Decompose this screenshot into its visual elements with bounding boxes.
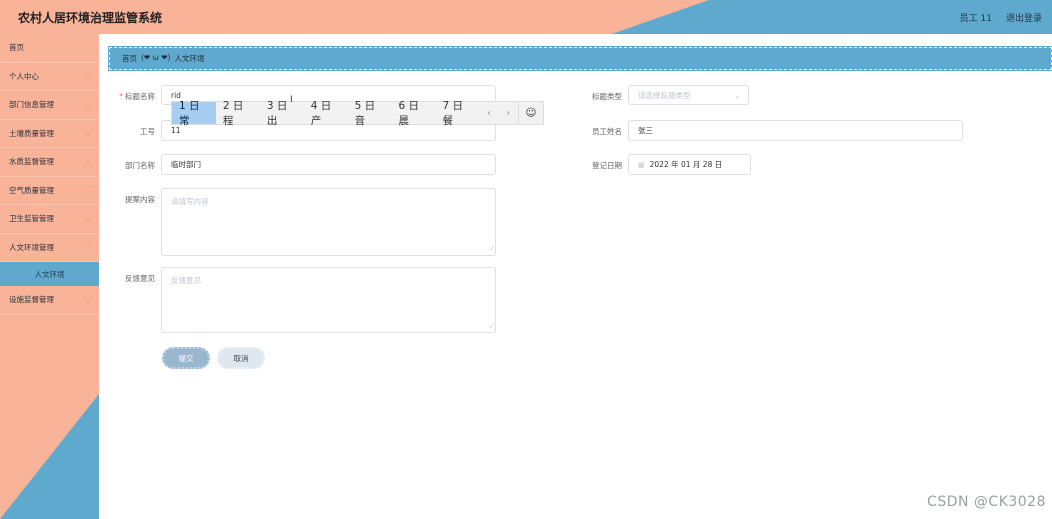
app-title: 农村人居环境治理监管系统	[18, 11, 163, 25]
feedback-label: 反馈意见	[125, 274, 155, 283]
ime-next-page-icon[interactable]: ›	[499, 108, 518, 119]
breadcrumb-bar: 首页 (❤ ω ❤) 人文环境	[108, 46, 1052, 71]
type-select-placeholder: 请选择标题类型	[638, 90, 691, 100]
chevron-down-icon: ⌄	[85, 101, 91, 109]
breadcrumb: 首页 (❤ ω ❤) 人文环境	[122, 53, 204, 64]
feedback-placeholder: 反馈意见	[171, 276, 201, 285]
resize-handle-icon[interactable]: ⟋	[490, 246, 494, 254]
content-textarea[interactable]: 请填写内容 ⟋	[161, 188, 496, 256]
breadcrumb-current: 人文环境	[174, 54, 205, 63]
sidebar-item-label: 水质监督管理	[9, 157, 54, 167]
submit-button[interactable]: 提交	[162, 347, 210, 369]
sidebar-item-soil[interactable]: 土壤质量管理 ⌄	[0, 120, 99, 148]
sidebar: 首页 个人中心 ⌄ 部门信息管理 ⌄ 土壤质量管理 ⌄ 水质监督管理 ⌄ 空气质…	[0, 34, 99, 519]
sidebar-item-label: 空气质量管理	[9, 185, 54, 195]
sidebar-item-label: 人文环境	[34, 269, 65, 279]
ime-candidate-bar: 1 日常 2 日程 3 日出 4 日产 5 日音 6 日晨 7 日餐 ‹ › ☺	[171, 100, 544, 127]
ime-candidate[interactable]: 7 日餐	[435, 100, 479, 127]
chevron-down-icon: ⌄	[734, 92, 740, 100]
type-select[interactable]: 请选择标题类型 ⌄	[628, 85, 749, 105]
sidebar-decoration	[0, 394, 99, 519]
sidebar-subitem-humanities[interactable]: 人文环境	[0, 262, 99, 286]
chevron-down-icon: ⌄	[85, 158, 91, 166]
resize-handle-icon[interactable]: ⟋	[490, 323, 494, 331]
breadcrumb-separator: (❤ ω ❤)	[141, 53, 171, 62]
watermark: CSDN @CK3028	[927, 494, 1046, 510]
emp-name-label: 员工姓名	[592, 127, 622, 136]
content-label: 提案内容	[125, 195, 155, 204]
sidebar-item-label: 人文环境管理	[9, 242, 54, 252]
calendar-icon: ▦	[638, 160, 645, 169]
chevron-down-icon: ⌄	[85, 72, 91, 81]
chevron-down-icon: ⌄	[85, 186, 91, 195]
dept-label: 部门名称	[125, 161, 155, 170]
sidebar-item-label: 首页	[9, 43, 24, 53]
chevron-down-icon: ⌄	[85, 296, 91, 304]
sidebar-item-sanitation[interactable]: 卫生监管管理 ⌄	[0, 205, 99, 234]
sidebar-item-humanities-mgmt[interactable]: 人文环境管理 ⌃	[0, 234, 99, 262]
sidebar-item-water[interactable]: 水质监督管理 ⌄	[0, 148, 99, 177]
date-label: 登记日期	[592, 161, 622, 170]
ime-candidate[interactable]: 6 日晨	[392, 100, 436, 127]
sidebar-item-label: 卫生监管管理	[9, 214, 54, 224]
date-picker[interactable]: ▦ 2022 年 01 月 28 日	[628, 154, 751, 175]
sidebar-item-facilities[interactable]: 设施监督管理 ⌄	[0, 286, 99, 315]
ime-candidate[interactable]: 5 日音	[348, 100, 392, 127]
ime-candidate[interactable]: 4 日产	[304, 100, 348, 127]
ime-candidate[interactable]: 2 日程	[216, 100, 260, 127]
sidebar-item-department[interactable]: 部门信息管理 ⌄	[0, 91, 99, 120]
feedback-textarea[interactable]: 反馈意见 ⟋	[161, 267, 496, 333]
cancel-button[interactable]: 取消	[217, 347, 265, 369]
current-user-label: 员工 11	[959, 14, 992, 24]
sidebar-item-home[interactable]: 首页	[0, 34, 99, 63]
chevron-down-icon: ⌄	[85, 215, 91, 223]
type-label: 标题类型	[592, 92, 622, 101]
logout-button[interactable]: 退出登录	[1006, 11, 1042, 24]
emoji-icon[interactable]: ☺	[517, 102, 543, 124]
ime-candidate[interactable]: 1 日常	[172, 100, 216, 127]
dept-input[interactable]: 临时部门	[161, 154, 496, 175]
header-user-area: 员工 11 退出登录	[960, 11, 1042, 24]
emp-name-input[interactable]: 张三	[628, 120, 963, 141]
sidebar-item-label: 土壤质量管理	[9, 128, 54, 138]
sidebar-item-air[interactable]: 空气质量管理 ⌄	[0, 177, 99, 205]
top-header: 农村人居环境治理监管系统 员工 11 退出登录	[0, 0, 1052, 34]
chevron-down-icon: ⌄	[85, 129, 91, 138]
text-cursor-icon: I	[290, 95, 293, 105]
sidebar-item-label: 部门信息管理	[9, 100, 54, 110]
date-value: 2022 年 01 月 28 日	[649, 160, 723, 169]
chevron-up-icon: ⌃	[85, 243, 91, 252]
ime-candidate[interactable]: 3 日出	[260, 100, 304, 127]
title-label: * 标题名称	[119, 92, 155, 101]
required-mark: *	[119, 92, 123, 101]
sidebar-item-label: 设施监督管理	[9, 295, 54, 305]
sidebar-item-personal-center[interactable]: 个人中心 ⌄	[0, 63, 99, 91]
ime-prev-page-icon[interactable]: ‹	[479, 108, 498, 119]
sidebar-item-label: 个人中心	[9, 71, 39, 81]
job-no-label: 工号	[140, 127, 155, 136]
content-placeholder: 请填写内容	[171, 197, 209, 206]
breadcrumb-home[interactable]: 首页	[122, 53, 137, 64]
